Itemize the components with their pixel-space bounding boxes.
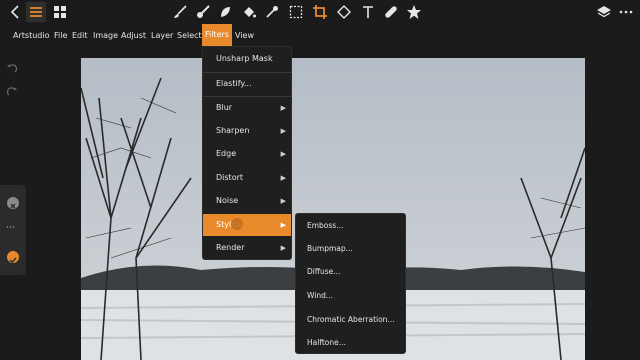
menu-item-edge[interactable]: Edge ▶ [203,143,291,165]
submenu-arrow-icon: ▶ [280,197,286,205]
menu-item-label: Sharpen [216,126,250,135]
menu-item-label: Noise [216,196,239,205]
menu-item-sharpen[interactable]: Sharpen ▶ [203,120,291,142]
back-chevron-icon[interactable] [6,2,26,22]
menu-item-wind[interactable]: Wind... [296,284,405,307]
menu-item-blur[interactable]: Blur ▶ [203,97,291,119]
menu-item-diffuse[interactable]: Diffuse... [296,260,405,283]
menu-file[interactable]: File [54,28,67,44]
menu-item-label: Elastify... [216,79,252,88]
undo-icon[interactable] [6,60,18,73]
touch-cursor-icon [231,218,243,230]
grid-icon[interactable] [50,2,70,22]
menu-filters[interactable]: Filters [202,24,232,46]
menu-layer[interactable]: Layer [151,28,173,44]
stylize-submenu: Emboss... Bumpmap... Diffuse... Wind... … [295,213,406,354]
menu-item-elastify[interactable]: Elastify... [203,73,291,95]
menu-item-emboss[interactable]: Emboss... [296,214,405,237]
menu-item-noise[interactable]: Noise ▶ [203,190,291,212]
submenu-arrow-icon: ▶ [280,221,286,229]
crop-icon[interactable] [310,2,330,22]
submenu-arrow-icon: ▶ [280,104,286,112]
menu-item-label: Render [216,243,245,252]
menu-item-label: Edge [216,149,237,158]
filters-menu: Unsharp Mask Elastify... Blur ▶ Sharpen ▶ … [202,46,292,260]
submenu-arrow-icon: ▶ [280,127,286,135]
menu-edit[interactable]: Edit [72,28,88,44]
eraser-icon[interactable] [334,2,354,22]
menu-item-stylize[interactable]: Stylize ▶ [203,214,291,236]
submenu-arrow-icon: ▶ [280,244,286,252]
menu-item-label: Blur [216,103,233,112]
layers-icon[interactable] [594,2,614,22]
fill-bucket-icon[interactable] [239,2,259,22]
menu-item-halftone[interactable]: Halftone... [296,331,405,354]
more-options-icon[interactable]: ··· [6,223,15,233]
menu-item-unsharp-mask[interactable]: Unsharp Mask [203,48,291,70]
menu-item-label: Unsharp Mask [216,54,273,63]
paintbrush-tool-icon[interactable] [193,2,213,22]
menu-artstudio[interactable]: Artstudio [13,28,49,44]
menu-image[interactable]: Image [93,28,118,44]
menu-item-chromatic-aberration[interactable]: Chromatic Aberration... [296,308,405,331]
menu-item-bumpmap[interactable]: Bumpmap... [296,237,405,260]
close-icon[interactable] [7,197,19,209]
confirm-icon[interactable] [7,251,19,264]
smudge-tool-icon[interactable] [216,2,236,22]
redo-icon[interactable] [6,83,18,96]
hamburger-menu-icon[interactable] [26,2,46,22]
submenu-arrow-icon: ▶ [280,174,286,182]
submenu-arrow-icon: ▶ [280,150,286,158]
top-toolbar [0,0,640,24]
menu-item-render[interactable]: Render ▶ [203,237,291,259]
menu-item-label: Distort [216,173,244,182]
more-dots-icon[interactable] [616,2,636,22]
brush-tool-icon[interactable] [170,2,190,22]
menu-adjust[interactable]: Adjust [121,28,146,44]
marquee-select-icon[interactable] [286,2,306,22]
text-tool-icon[interactable] [358,2,378,22]
menu-item-distort[interactable]: Distort ▶ [203,167,291,189]
eyedropper-icon[interactable] [262,2,282,22]
menu-select[interactable]: Select [177,28,202,44]
side-panel: ··· [0,185,26,275]
menu-view[interactable]: View [235,28,254,44]
menu-bar: Artstudio File Edit Image Adjust Layer S… [0,24,640,46]
bandage-heal-icon[interactable] [381,2,401,22]
star-shape-icon[interactable] [404,2,424,22]
